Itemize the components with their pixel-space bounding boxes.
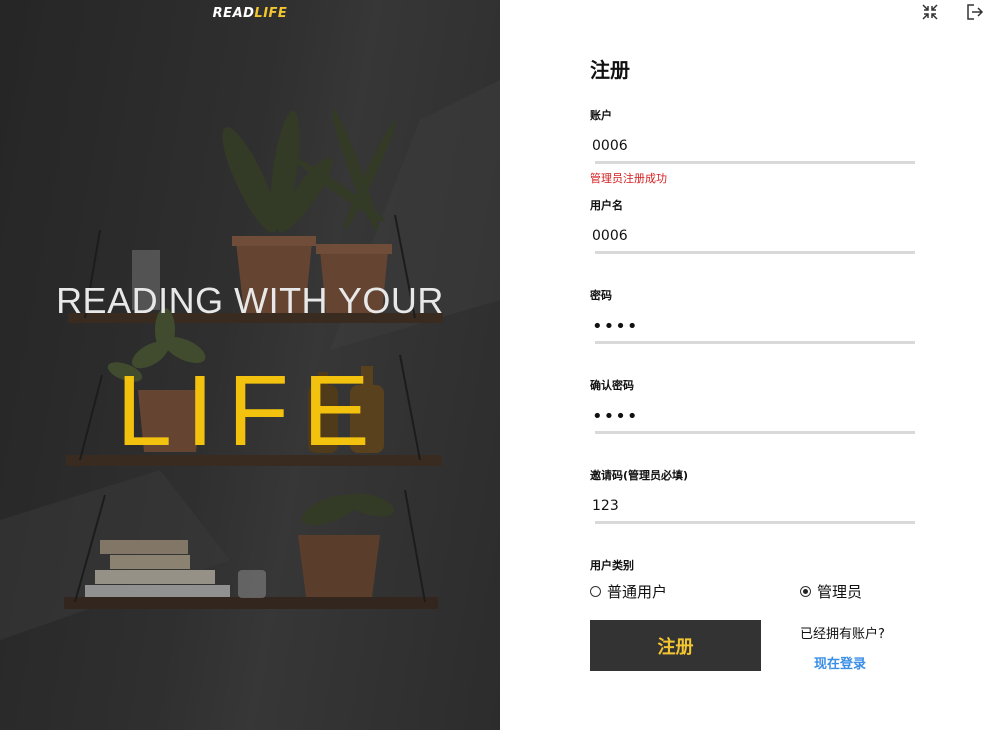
password-underline	[595, 341, 915, 344]
account-input[interactable]	[590, 132, 919, 160]
register-button[interactable]: 注册	[590, 620, 761, 671]
username-label: 用户名	[590, 199, 623, 212]
password-input[interactable]	[590, 312, 919, 340]
radio-admin-label: 管理员	[817, 583, 863, 601]
hero-tagline: READING WITH YOUR	[56, 280, 444, 321]
has-account-text: 已经拥有账户?	[800, 627, 885, 642]
radio-normal-user[interactable]: 普通用户	[590, 581, 667, 602]
exit-button[interactable]	[964, 2, 984, 22]
invite-code-underline	[595, 521, 915, 524]
radio-checked-icon	[800, 586, 811, 597]
hero-highlight: LIFE	[116, 355, 384, 467]
page-title: 注册	[590, 58, 630, 82]
user-type-label: 用户类别	[590, 559, 634, 572]
success-message: 管理员注册成功	[590, 172, 667, 185]
brand-read: READ	[212, 6, 255, 21]
account-label: 账户	[590, 109, 612, 122]
invite-code-input[interactable]	[590, 492, 919, 520]
logout-icon	[967, 4, 984, 20]
login-link[interactable]: 现在登录	[814, 653, 866, 672]
brand-logo: READLIFE	[0, 6, 500, 21]
confirm-password-label: 确认密码	[590, 379, 634, 392]
confirm-password-input[interactable]	[590, 402, 919, 430]
radio-unchecked-icon	[590, 586, 601, 597]
username-underline	[595, 251, 915, 254]
confirm-password-underline	[595, 431, 915, 434]
collapse-icon	[922, 4, 938, 20]
collapse-button[interactable]	[920, 2, 940, 22]
brand-life: LIFE	[254, 6, 288, 21]
account-underline	[595, 161, 915, 164]
hero-panel: READLIFE READING WITH YOUR LIFE	[0, 0, 500, 730]
invite-code-label: 邀请码(管理员必填)	[590, 469, 689, 482]
password-label: 密码	[590, 289, 612, 302]
radio-normal-user-label: 普通用户	[607, 583, 668, 601]
radio-admin[interactable]: 管理员	[800, 581, 862, 602]
username-input[interactable]	[590, 222, 919, 250]
